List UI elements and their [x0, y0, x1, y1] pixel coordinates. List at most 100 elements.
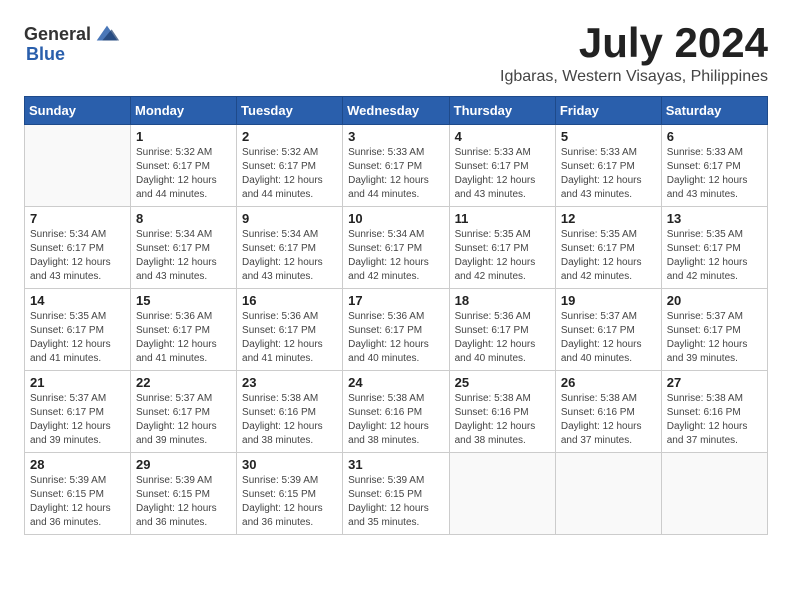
table-row: 22 Sunrise: 5:37 AM Sunset: 6:17 PM Dayli… [131, 371, 237, 453]
table-row [449, 453, 555, 535]
cell-day-number: 22 [136, 375, 231, 390]
logo: General Blue [24, 20, 121, 65]
table-row: 20Sunrise: 5:37 AM Sunset: 6:17 PM Dayli… [661, 289, 767, 371]
table-row: 23 Sunrise: 5:38 AM Sunset: 6:16 PM Dayli… [237, 371, 343, 453]
cell-day-info: Sunrise: 5:37 AM Sunset: 6:17 PM Dayligh… [30, 392, 125, 448]
cell-day-number: 14 [30, 293, 125, 308]
cell-day-number: 11 [455, 211, 550, 226]
cell-day-number: 17 [348, 293, 443, 308]
cell-day-info: Sunrise: 5:38 AM Sunset: 6:16 PM Dayligh… [242, 392, 337, 448]
cell-day-info: Sunrise: 5:32 AM Sunset: 6:17 PM Dayligh… [136, 146, 231, 202]
calendar-week-row: 14 Sunrise: 5:35 AM Sunset: 6:17 PM Dayli… [25, 289, 768, 371]
header-sunday: Sunday [25, 97, 131, 125]
cell-day-info: Sunrise: 5:38 AM Sunset: 6:16 PM Dayligh… [348, 392, 443, 448]
title-section: July 2024 Igbaras, Western Visayas, Phil… [500, 20, 768, 86]
cell-day-number: 23 [242, 375, 337, 390]
cell-day-number: 19 [561, 293, 656, 308]
calendar-header-row: Sunday Monday Tuesday Wednesday Thursday… [25, 97, 768, 125]
table-row: 28Sunrise: 5:39 AM Sunset: 6:15 PM Dayli… [25, 453, 131, 535]
cell-day-number: 3 [348, 129, 443, 144]
cell-day-info: Sunrise: 5:35 AM Sunset: 6:17 PM Dayligh… [455, 228, 550, 284]
logo-text-blue: Blue [26, 44, 65, 65]
table-row: 11 Sunrise: 5:35 AM Sunset: 6:17 PM Dayli… [449, 207, 555, 289]
table-row [25, 125, 131, 207]
table-row [555, 453, 661, 535]
cell-day-info: Sunrise: 5:38 AM Sunset: 6:16 PM Dayligh… [455, 392, 550, 448]
cell-day-number: 6 [667, 129, 762, 144]
cell-day-info: Sunrise: 5:35 AM Sunset: 6:17 PM Dayligh… [667, 228, 762, 284]
table-row: 8 Sunrise: 5:34 AM Sunset: 6:17 PM Daylig… [131, 207, 237, 289]
table-row: 14 Sunrise: 5:35 AM Sunset: 6:17 PM Dayli… [25, 289, 131, 371]
cell-day-number: 25 [455, 375, 550, 390]
header-thursday: Thursday [449, 97, 555, 125]
table-row: 16 Sunrise: 5:36 AM Sunset: 6:17 PM Dayli… [237, 289, 343, 371]
logo-text-general: General [24, 24, 91, 45]
calendar-week-row: 28 Sunrise: 5:39 AM Sunset: 6:15 PM Dayli… [25, 453, 768, 535]
cell-day-number: 30 [242, 457, 337, 472]
cell-day-info: Sunrise: 5:36 AM Sunset: 6:17 PM Dayligh… [242, 310, 337, 366]
header-monday: Monday [131, 97, 237, 125]
cell-day-number: 12 [561, 211, 656, 226]
calendar-title: July 2024 [500, 20, 768, 66]
calendar-table: Sunday Monday Tuesday Wednesday Thursday… [24, 96, 768, 535]
cell-day-info: Sunrise: 5:33 AM Sunset: 6:17 PM Dayligh… [348, 146, 443, 202]
cell-day-number: 1 [136, 129, 231, 144]
header-tuesday: Tuesday [237, 97, 343, 125]
cell-day-number: 15 [136, 293, 231, 308]
table-row: 18 Sunrise: 5:36 AM Sunset: 6:17 PM Dayli… [449, 289, 555, 371]
logo-icon [93, 20, 121, 48]
cell-day-info: Sunrise: 5:36 AM Sunset: 6:17 PM Dayligh… [136, 310, 231, 366]
table-row: 25 Sunrise: 5:38 AM Sunset: 6:16 PM Dayli… [449, 371, 555, 453]
table-row: 17 Sunrise: 5:36 AM Sunset: 6:17 PM Dayli… [343, 289, 449, 371]
cell-day-number: 16 [242, 293, 337, 308]
cell-day-info: Sunrise: 5:38 AM Sunset: 6:16 PM Dayligh… [561, 392, 656, 448]
table-row: 29Sunrise: 5:39 AM Sunset: 6:15 PM Dayli… [131, 453, 237, 535]
calendar-week-row: 7 Sunrise: 5:34 AM Sunset: 6:17 PM Daylig… [25, 207, 768, 289]
table-row: 2Sunrise: 5:32 AM Sunset: 6:17 PM Daylig… [237, 125, 343, 207]
cell-day-info: Sunrise: 5:33 AM Sunset: 6:17 PM Dayligh… [667, 146, 762, 202]
calendar-week-row: 21Sunrise: 5:37 AM Sunset: 6:17 PM Dayli… [25, 371, 768, 453]
cell-day-info: Sunrise: 5:34 AM Sunset: 6:17 PM Dayligh… [136, 228, 231, 284]
calendar-subtitle: Igbaras, Western Visayas, Philippines [500, 68, 768, 86]
cell-day-info: Sunrise: 5:35 AM Sunset: 6:17 PM Dayligh… [561, 228, 656, 284]
cell-day-number: 13 [667, 211, 762, 226]
cell-day-number: 7 [30, 211, 125, 226]
cell-day-info: Sunrise: 5:36 AM Sunset: 6:17 PM Dayligh… [455, 310, 550, 366]
cell-day-number: 8 [136, 211, 231, 226]
calendar-week-row: 1 Sunrise: 5:32 AM Sunset: 6:17 PM Daylig… [25, 125, 768, 207]
cell-day-info: Sunrise: 5:37 AM Sunset: 6:17 PM Dayligh… [561, 310, 656, 366]
cell-day-number: 27 [667, 375, 762, 390]
cell-day-info: Sunrise: 5:34 AM Sunset: 6:17 PM Dayligh… [348, 228, 443, 284]
cell-day-number: 18 [455, 293, 550, 308]
table-row: 21Sunrise: 5:37 AM Sunset: 6:17 PM Dayli… [25, 371, 131, 453]
table-row [661, 453, 767, 535]
table-row: 4 Sunrise: 5:33 AM Sunset: 6:17 PM Daylig… [449, 125, 555, 207]
table-row: 9Sunrise: 5:34 AM Sunset: 6:17 PM Daylig… [237, 207, 343, 289]
cell-day-info: Sunrise: 5:39 AM Sunset: 6:15 PM Dayligh… [348, 474, 443, 530]
cell-day-number: 28 [30, 457, 125, 472]
table-row: 12 Sunrise: 5:35 AM Sunset: 6:17 PM Dayli… [555, 207, 661, 289]
cell-day-info: Sunrise: 5:34 AM Sunset: 6:17 PM Dayligh… [30, 228, 125, 284]
cell-day-info: Sunrise: 5:33 AM Sunset: 6:17 PM Dayligh… [455, 146, 550, 202]
table-row: 31 Sunrise: 5:39 AM Sunset: 6:15 PM Dayli… [343, 453, 449, 535]
cell-day-info: Sunrise: 5:37 AM Sunset: 6:17 PM Dayligh… [136, 392, 231, 448]
cell-day-number: 29 [136, 457, 231, 472]
table-row: 27Sunrise: 5:38 AM Sunset: 6:16 PM Dayli… [661, 371, 767, 453]
cell-day-number: 2 [242, 129, 337, 144]
table-row: 19 Sunrise: 5:37 AM Sunset: 6:17 PM Dayli… [555, 289, 661, 371]
table-row: 26Sunrise: 5:38 AM Sunset: 6:16 PM Dayli… [555, 371, 661, 453]
header-saturday: Saturday [661, 97, 767, 125]
table-row: 15 Sunrise: 5:36 AM Sunset: 6:17 PM Dayli… [131, 289, 237, 371]
table-row: 24Sunrise: 5:38 AM Sunset: 6:16 PM Dayli… [343, 371, 449, 453]
cell-day-number: 5 [561, 129, 656, 144]
table-row: 6 Sunrise: 5:33 AM Sunset: 6:17 PM Daylig… [661, 125, 767, 207]
cell-day-info: Sunrise: 5:35 AM Sunset: 6:17 PM Dayligh… [30, 310, 125, 366]
cell-day-info: Sunrise: 5:36 AM Sunset: 6:17 PM Dayligh… [348, 310, 443, 366]
header-wednesday: Wednesday [343, 97, 449, 125]
cell-day-number: 31 [348, 457, 443, 472]
table-row: 7 Sunrise: 5:34 AM Sunset: 6:17 PM Daylig… [25, 207, 131, 289]
table-row: 3 Sunrise: 5:33 AM Sunset: 6:17 PM Daylig… [343, 125, 449, 207]
cell-day-number: 20 [667, 293, 762, 308]
header-friday: Friday [555, 97, 661, 125]
cell-day-number: 4 [455, 129, 550, 144]
